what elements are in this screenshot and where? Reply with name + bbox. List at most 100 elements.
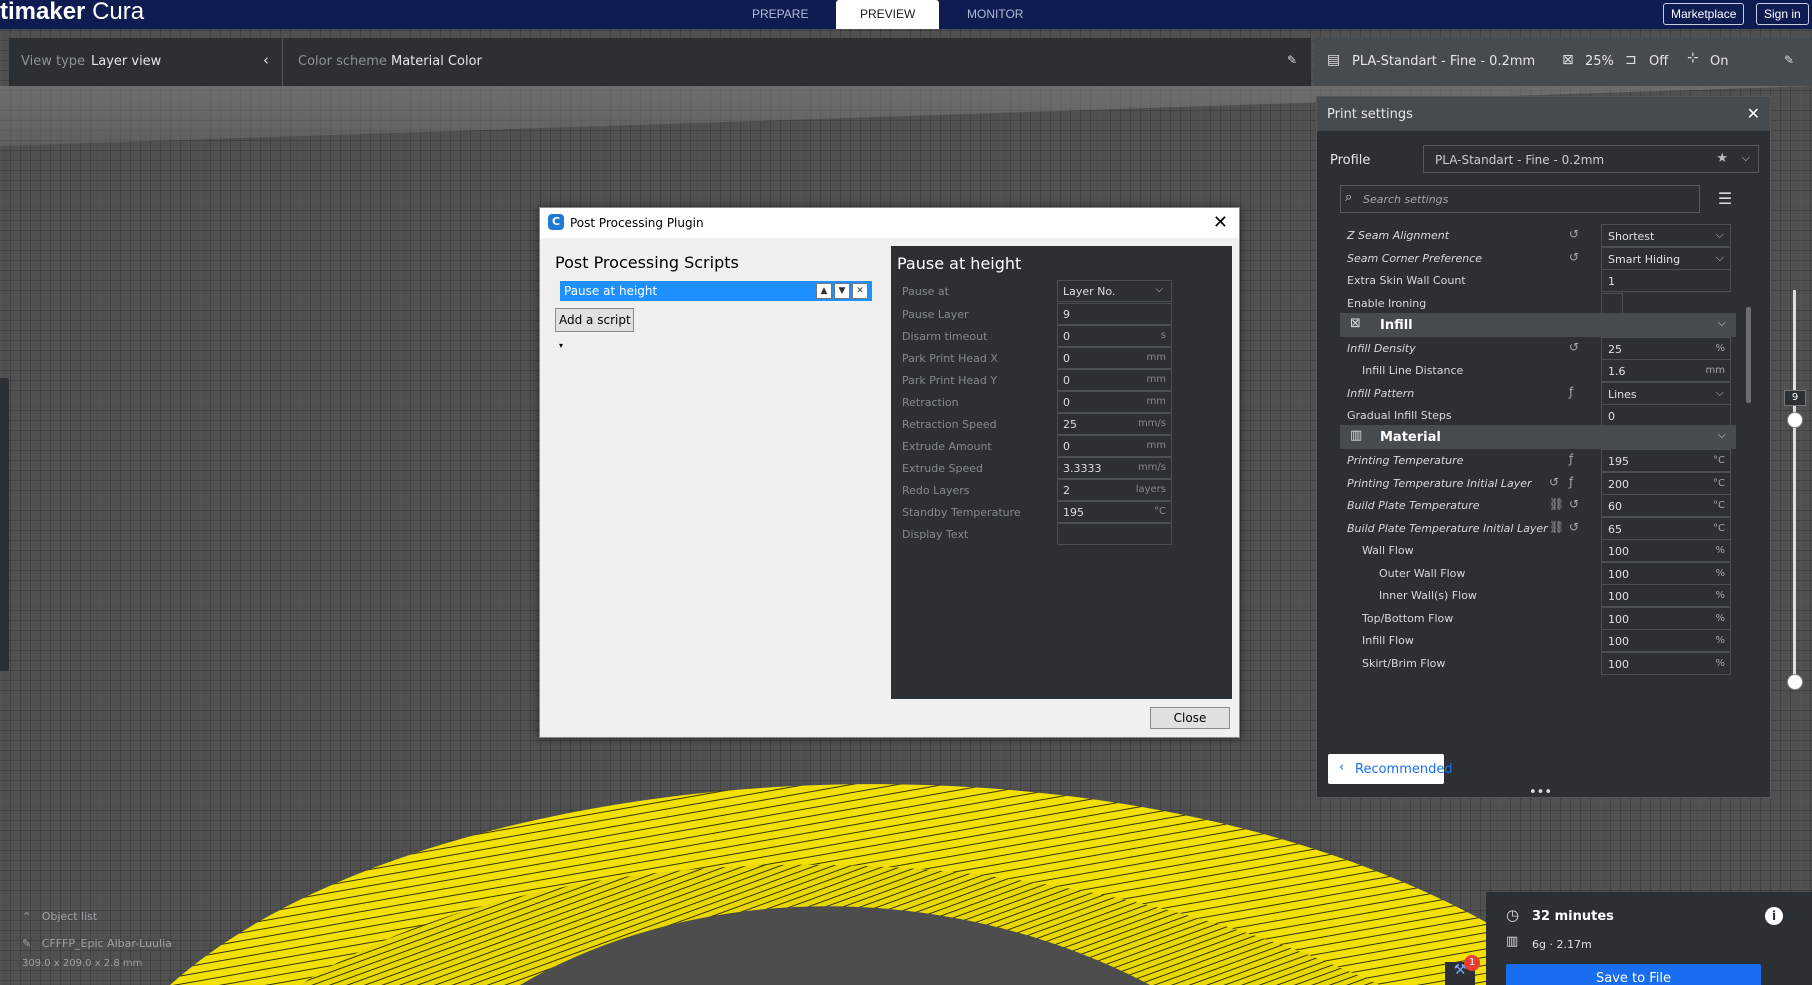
setting-input[interactable]: 0 [1601,404,1731,427]
profile-summary[interactable]: PLA-Standart - Fine - 0.2mm [1352,54,1535,69]
reset-icon[interactable]: ↺ [1549,475,1559,489]
settings-list[interactable]: Z Seam Alignment ↺ Shortest ⌵ Seam Corner… [1317,223,1770,743]
setting-input[interactable]: 100% [1601,539,1731,562]
param-input[interactable]: 0 mm [1057,347,1172,369]
view-type-select[interactable]: Layer view [91,54,161,69]
setting-input[interactable]: 100% [1601,584,1731,607]
setting-name: Build Plate Temperature Initial Layer [1347,522,1548,535]
setting-dropdown[interactable]: Lines ⌵ [1601,382,1731,405]
param-input[interactable]: 0 mm [1057,391,1172,413]
chevron-up-icon: ⌃ [22,910,32,923]
layer-number-label[interactable]: 9 [1784,390,1806,406]
object-list-title[interactable]: Object list [42,910,97,923]
sign-in-button[interactable]: Sign in [1756,3,1809,25]
setting-dropdown[interactable]: Smart Hiding ⌵ [1601,247,1731,270]
reset-icon[interactable]: ↺ [1569,340,1579,354]
setting-name: Infill Flow [1362,634,1414,647]
param-input[interactable]: 0s [1057,325,1172,347]
profile-select-value: PLA-Standart - Fine - 0.2mm [1435,153,1605,167]
tab-preview[interactable]: PREVIEW [836,0,940,29]
pause-at-dropdown[interactable]: Layer No. ⌵ [1057,280,1172,302]
script-param-row[interactable]: Pause at Layer No. ⌵ [891,279,1232,304]
remove-script-icon[interactable]: ✕ [852,283,868,299]
add-script-button[interactable]: Add a script ▾ [555,308,634,350]
param-input[interactable]: 9 [1057,303,1172,325]
setting-input[interactable]: 65 °C [1601,517,1731,540]
printer-profile-icon: ▤ [1327,52,1341,68]
setting-input[interactable]: 200 °C [1601,472,1731,495]
save-to-file-button[interactable]: Save to File [1506,964,1761,985]
param-input[interactable]: 0 mm [1057,369,1172,391]
recommended-button[interactable]: ‹ Recommended [1328,754,1453,784]
settings-scrollbar[interactable] [1746,307,1751,403]
setting-name: Top/Bottom Flow [1362,612,1454,625]
profile-select[interactable]: PLA-Standart - Fine - 0.2mm ★ ⌵ [1423,145,1759,173]
reset-icon[interactable]: ↺ [1569,250,1579,264]
setting-input[interactable]: 100% [1601,629,1731,652]
tab-prepare[interactable]: PREPARE [728,0,832,29]
object-list[interactable]: ⌃ Object list ✎ CFFFP_Epic Albar-Luulia … [22,910,172,969]
category-material[interactable]: ▥ Material ⌵ [1340,425,1736,449]
close-button[interactable]: Close [1150,707,1230,729]
setting-input[interactable]: 100% [1601,607,1731,630]
close-icon[interactable]: ✕ [1213,212,1228,233]
resize-handle-icon[interactable]: ••• [1529,785,1552,800]
script-param-row[interactable]: Display Text [891,522,1232,547]
info-icon[interactable]: i [1765,907,1783,925]
display-text-input[interactable] [1057,523,1172,545]
star-icon[interactable]: ★ [1716,151,1728,166]
param-input[interactable]: 2 layers [1057,479,1172,501]
function-icon[interactable]: ƒ [1569,452,1573,466]
reset-icon[interactable]: ↺ [1569,520,1579,534]
marketplace-button[interactable]: Marketplace [1663,3,1745,25]
setting-name: Printing Temperature Initial Layer [1347,477,1532,490]
chevron-left-icon[interactable]: ‹ [263,51,269,69]
move-down-icon[interactable]: ▼ [834,283,850,299]
layer-slider-top-handle[interactable] [1787,412,1803,428]
reset-icon[interactable]: ↺ [1569,497,1579,511]
category-infill[interactable]: ⊠ Infill ⌵ [1340,313,1736,337]
function-icon[interactable]: ƒ [1569,385,1573,399]
tab-monitor[interactable]: MONITOR [943,0,1047,29]
setting-row[interactable]: Skirt/Brim Flow 100% [1317,651,1737,677]
setting-name: Skirt/Brim Flow [1362,657,1446,670]
object-dimensions: 309.0 x 209.0 x 2.8 mm [22,958,143,969]
dialog-titlebar[interactable]: C Post Processing Plugin ✕ [540,208,1239,238]
pencil-icon[interactable]: ✎ [1784,53,1794,67]
support-summary[interactable]: Off [1649,54,1668,69]
setting-input[interactable]: 1.6 mm [1601,359,1731,382]
script-list-item[interactable]: Pause at height ▲ ▼ ✕ [560,281,872,301]
layer-slider-bottom-handle[interactable] [1787,674,1803,690]
search-placeholder: Search settings [1363,193,1449,206]
reset-icon[interactable]: ↺ [1569,227,1579,241]
settings-menu-icon[interactable]: ☰ [1715,189,1735,209]
pencil-icon[interactable]: ✎ [1287,53,1297,67]
setting-name: Build Plate Temperature [1347,499,1480,512]
color-scheme-select[interactable]: Material Color [391,54,482,69]
setting-input[interactable]: 60 °C [1601,494,1731,517]
adhesion-summary[interactable]: On [1710,54,1728,69]
setting-name: Inner Wall(s) Flow [1379,589,1477,602]
close-icon[interactable]: ✕ [1747,104,1760,123]
setting-input[interactable]: 195 °C [1601,449,1731,472]
setting-input[interactable]: 100% [1601,652,1731,675]
setting-input[interactable]: 1 [1601,269,1731,292]
message-badge[interactable]: 1 [1464,955,1480,971]
enable-ironing-checkbox[interactable] [1601,293,1623,315]
param-input[interactable]: 0 mm [1057,435,1172,457]
search-input[interactable]: ⌕ Search settings [1340,185,1700,213]
link-icon: ⛓ [1549,520,1565,534]
tool-strip[interactable] [0,378,9,671]
move-up-icon[interactable]: ▲ [816,283,832,299]
param-input[interactable]: 3.3333 mm/s [1057,457,1172,479]
function-icon[interactable]: ƒ [1569,475,1573,489]
setting-input[interactable]: 25% [1601,337,1731,360]
print-settings-bar[interactable]: ▤ PLA-Standart - Fine - 0.2mm ⊠ 25% ⊐ Of… [1314,38,1812,86]
param-input[interactable]: 25 mm/s [1057,413,1172,435]
setting-dropdown[interactable]: Shortest ⌵ [1601,224,1731,247]
layer-slider-track[interactable] [1793,290,1796,690]
infill-summary[interactable]: 25% [1585,54,1614,69]
param-input[interactable]: 195 °C [1057,501,1172,523]
setting-input[interactable]: 100% [1601,562,1731,585]
script-settings-panel: Pause at height Pause at Layer No. ⌵ Pause… [891,246,1232,699]
